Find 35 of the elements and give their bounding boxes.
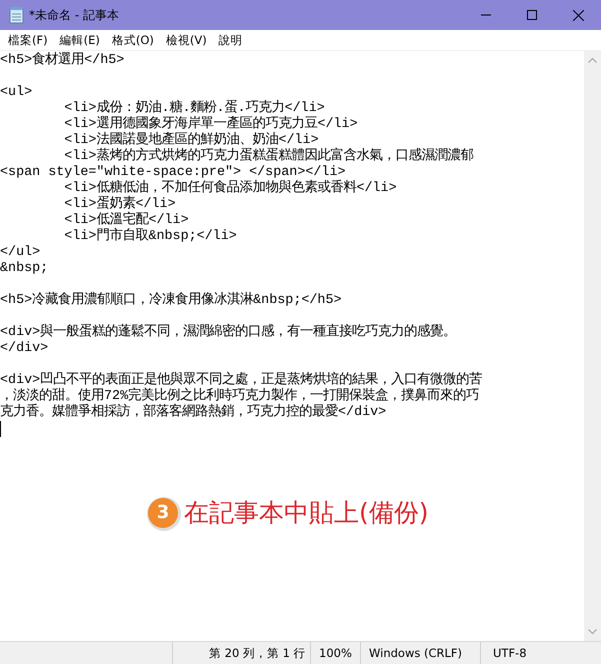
- menu-item[interactable]: 格式(O): [106, 30, 160, 50]
- window-title: *未命名 - 記事本: [29, 6, 120, 24]
- annotation-text: 在記事本中貼上(備份): [184, 497, 429, 529]
- menu-item[interactable]: 檔案(F): [2, 30, 54, 50]
- text-line: <div>與一般蛋糕的蓬鬆不同，濕潤綿密的口感，有一種直接吃巧克力的感覺。: [0, 325, 458, 341]
- menu-item[interactable]: 檢視(V): [160, 30, 213, 50]
- text-line: <li>成份：奶油.糖.麵粉.蛋.巧克力</li>: [63, 101, 326, 116]
- text-line: <span style="white-space:pre"> </span></li>: [0, 165, 347, 180]
- close-icon[interactable]: [572, 10, 584, 20]
- text-line: <li>蒸烤的方式烘烤的巧克力蛋糕蛋糕體因此富含水氣，口感濕潤濃郁: [63, 149, 474, 165]
- maximize-icon[interactable]: [527, 10, 537, 20]
- status-text: 100%: [310, 642, 360, 664]
- text-line: <li>選用德國象牙海岸單一產區的巧克力豆</li>: [63, 117, 359, 132]
- text-line: <li>法國諾曼地產區的鮮奶油、奶油</li>: [63, 133, 319, 148]
- status-text: Windows (CRLF): [360, 642, 480, 664]
- text-line: <div>凹凸不平的表面正是他與眾不同之處，正是蒸烤烘培的結果，入口有微微的苦: [0, 373, 484, 388]
- status-text: UTF-8: [480, 642, 582, 664]
- text-line: </ul>: [0, 245, 42, 261]
- step-number-badge: 3: [148, 498, 178, 528]
- text-line: </div>: [0, 341, 50, 357]
- text-line: <h5>食材選用</h5>: [0, 53, 126, 69]
- text-line: <li>門市自取&nbsp;</li>: [63, 229, 238, 245]
- text-line: &nbsp;: [0, 261, 50, 277]
- text-line: <h5>冷藏食用濃郁順口，冷凍食用像冰淇淋&nbsp;</h5>: [0, 293, 343, 309]
- text-line: <li>蛋奶素</li>: [63, 197, 177, 212]
- status-text: 第 20 列，第 1 行: [172, 642, 310, 664]
- text-line: <ul>: [0, 85, 34, 101]
- text-caret: [0, 421, 1, 437]
- text-line: ，淡淡的甜。使用72%完美比例之比利時巧克力製作，一打開保裝盒，撲鼻而來的巧: [0, 389, 480, 404]
- text-line: 克力香。媒體爭相採訪，部落客網路熱銷，巧克力控的最愛</div>: [0, 405, 388, 421]
- notepad-icon: [9, 6, 25, 24]
- text-line: <li>低糖低油，不加任何食品添加物與色素或香料</li>: [63, 181, 398, 196]
- menu-item[interactable]: 說明: [212, 30, 249, 50]
- menu-item[interactable]: 編輯(E): [54, 30, 106, 50]
- text-line: <li>低溫宅配</li>: [63, 213, 190, 228]
